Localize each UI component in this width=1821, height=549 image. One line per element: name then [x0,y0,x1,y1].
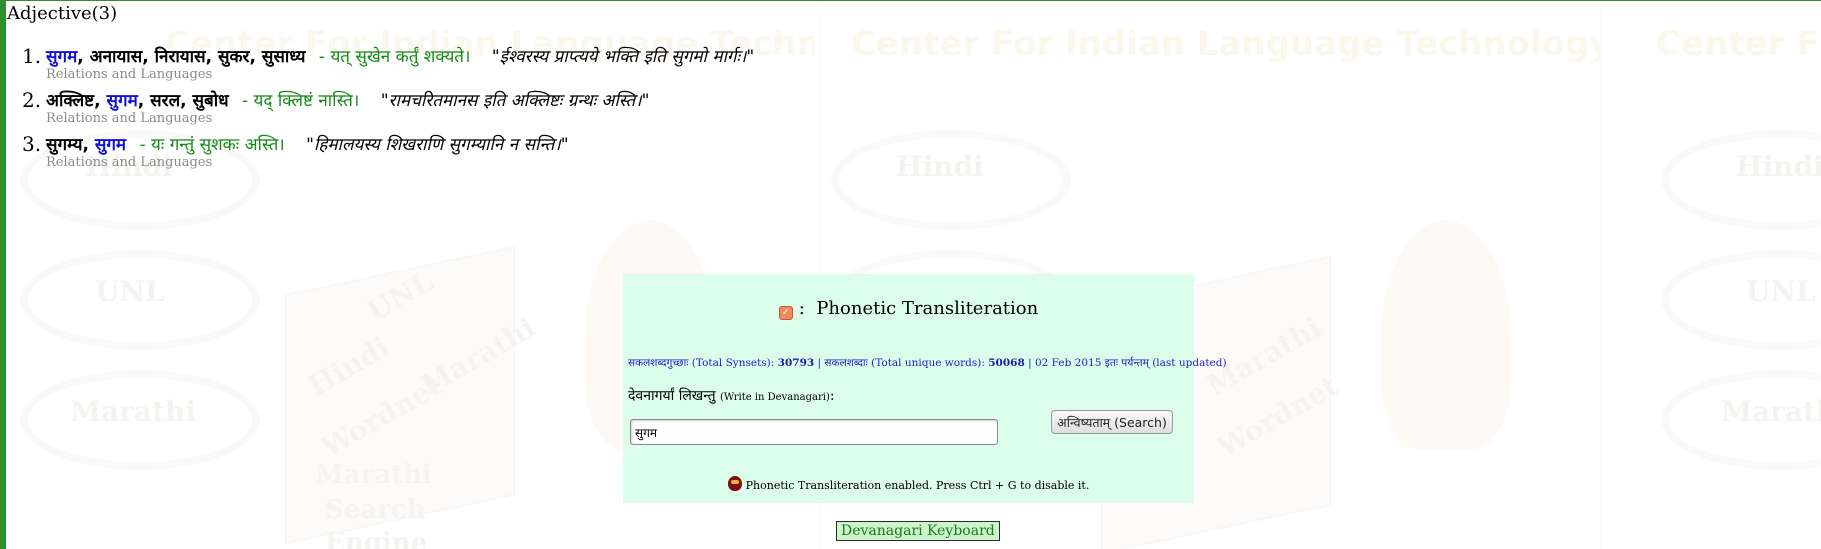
synonym-word[interactable]: सरल [150,91,180,111]
write-label-english: (Write in Devanagari) [720,392,830,403]
notice-text: Phonetic Transliteration enabled. Press … [745,479,1090,492]
devanagari-keyboard-button[interactable]: Devanagari Keyboard [836,521,1000,541]
example-sentence: "ईश्वरस्य प्राप्त्यये भक्ति इति सुगमो मा… [491,47,755,67]
stats-words-value: 50068 [988,357,1025,369]
transliteration-title: Phonetic Transliteration [816,298,1039,319]
checkbox-icon[interactable]: ✓ [778,306,793,320]
stats-line: सकलशब्दगुच्छाः (Total Synsets): 30793 | … [628,356,1227,370]
result-line: सुगम, अनायास, निरायास, सुकर, सुसाध्य - य… [46,47,755,67]
example-sentence: "रामचरितमानस इति अक्लिष्टः ग्रन्थः अस्ति… [380,91,650,111]
gloss-text: - यद् क्लिष्टं नास्ति। [241,91,360,111]
result-number: 1. [22,44,42,68]
transliteration-separator: : [798,298,805,319]
result-line: सुगम्य, सुगम - यः गन्तुं सुशकः अस्ति। "ह… [46,135,569,155]
stats-synsets-value: 30793 [777,357,815,369]
synonym-word[interactable]: अक्लिष्ट [46,91,94,111]
synonym-word[interactable]: सुसाध्य [262,47,306,67]
synonym-word[interactable]: निरायास [155,47,206,67]
stats-synsets-label: सकलशब्दगुच्छाः (Total Synsets): [628,357,775,369]
synonym-word[interactable]: सुगम [46,47,77,67]
search-input[interactable] [630,419,998,445]
synonym-word[interactable]: सुगम [95,135,126,155]
relations-link[interactable]: Relations and Languages [46,67,212,82]
synonym-word[interactable]: सुगम्य [46,135,82,155]
result-line: अक्लिष्ट, सुगम, सरल, सुबोध - यद् क्लिष्ट… [46,91,650,111]
search-panel: ✓: Phonetic Transliteration सकलशब्दगुच्छ… [623,274,1227,503]
synonym-word[interactable]: सुगम [107,91,138,111]
keyboard-mascot-icon [727,476,742,491]
synonym-word[interactable]: अनायास [90,47,143,67]
results-heading: Adjective(3) [7,3,118,24]
gloss-text: - यत् सुखेन कर्तुं शक्यते। [318,47,471,67]
example-sentence: "हिमालयस्य शिखराणि सुगम्यानि न सन्ति।" [306,135,569,155]
stats-words-label: | सकलशब्दाः (Total unique words): [817,357,985,369]
transliteration-notice: Phonetic Transliteration enabled. Press … [623,476,1194,492]
gloss-text: - यः गन्तुं सुशकः अस्ति। [139,135,285,155]
result-number: 3. [22,132,42,156]
write-label-devanagari: देवनागर्यां लिखन्तु [628,388,716,404]
search-button[interactable]: अन्विष्यताम् (Search) [1051,410,1173,434]
synonym-word[interactable]: सुबोध [193,91,229,111]
result-number: 2. [22,88,42,112]
write-label: देवनागर्यां लिखन्तु (Write in Devanagari… [628,386,835,405]
transliteration-header: ✓: Phonetic Transliteration [623,298,1194,320]
relations-link[interactable]: Relations and Languages [46,155,212,170]
synonym-word[interactable]: सुकर [218,47,250,67]
relations-link[interactable]: Relations and Languages [46,111,212,126]
write-label-colon: : [829,388,835,404]
stats-updated: | 02 Feb 2015 इतः पर्यन्तम् (last update… [1028,357,1227,369]
